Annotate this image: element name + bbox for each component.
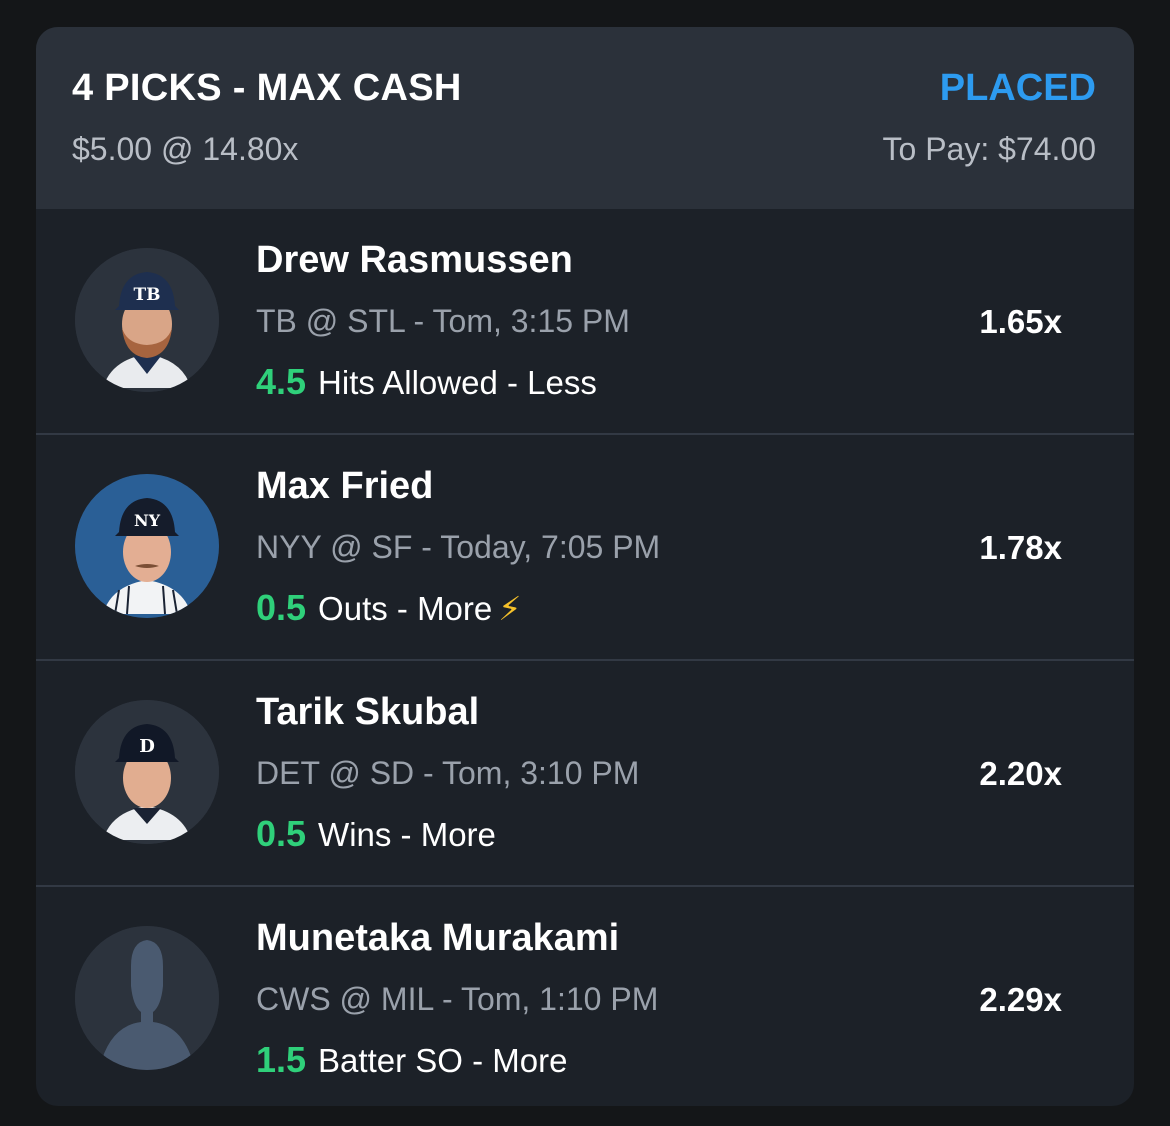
game-matchup: NYY @ SF	[256, 529, 413, 565]
player-name: Max Fried	[256, 465, 434, 507]
game-time: - Today, 7:05 PM	[421, 529, 661, 565]
status-badge: PLACED	[939, 67, 1096, 109]
player-name: Tarik Skubal	[256, 691, 480, 733]
pick-line: 0.5 Outs - More ⚡	[256, 587, 521, 629]
player-avatar: NY	[75, 474, 219, 618]
pick-line: 1.5 Batter SO - More	[256, 1039, 567, 1081]
game-time: - Tom, 3:15 PM	[413, 303, 630, 339]
game-matchup: DET @ SD	[256, 755, 415, 791]
line-value: 1.5	[256, 1039, 307, 1080]
entry-payout: To Pay: $74.00	[882, 131, 1096, 167]
player-avatar: TB	[75, 248, 219, 392]
line-stat: Outs - More	[318, 590, 493, 627]
player-avatar: D	[75, 700, 219, 844]
game-matchup: TB @ STL	[256, 303, 405, 339]
line-value: 0.5	[256, 587, 307, 628]
pick-multiplier: 1.78x	[979, 529, 1062, 566]
player-name: Munetaka Murakami	[256, 917, 620, 959]
player-name: Drew Rasmussen	[256, 239, 573, 281]
placeholder-silhouette-icon	[75, 926, 219, 1070]
svg-text:TB: TB	[133, 285, 160, 305]
pick-multiplier: 1.65x	[979, 303, 1062, 340]
game-time: - Tom, 3:10 PM	[423, 755, 640, 791]
line-value: 4.5	[256, 361, 307, 402]
entry-header: 4 PICKS - MAX CASH PLACED $5.00 @ 14.80x…	[36, 27, 1134, 209]
pick-row[interactable]: Munetaka Murakami CWS @ MIL - Tom, 1:10 …	[36, 887, 1134, 1106]
game-matchup: CWS @ MIL	[256, 981, 434, 1017]
game-info: CWS @ MIL - Tom, 1:10 PM	[256, 981, 658, 1018]
pick-row[interactable]: D Tarik Skubal DET @ SD - Tom, 3:10 PM 0…	[36, 661, 1134, 887]
svg-text:NY: NY	[134, 511, 161, 530]
game-info: TB @ STL - Tom, 3:15 PM	[256, 303, 630, 340]
entry-title: 4 PICKS - MAX CASH	[72, 67, 462, 109]
pick-multiplier: 2.29x	[979, 981, 1062, 1018]
game-info: NYY @ SF - Today, 7:05 PM	[256, 529, 660, 566]
pick-row[interactable]: TB Drew Rasmussen TB @ STL - Tom, 3:15 P…	[36, 209, 1134, 435]
line-value: 0.5	[256, 813, 307, 854]
lightning-icon: ⚡	[498, 590, 522, 627]
entry-card[interactable]: 4 PICKS - MAX CASH PLACED $5.00 @ 14.80x…	[36, 27, 1134, 1106]
game-info: DET @ SD - Tom, 3:10 PM	[256, 755, 639, 792]
line-stat: Hits Allowed - Less	[318, 364, 597, 401]
svg-text:D: D	[139, 736, 155, 757]
pick-multiplier: 2.20x	[979, 755, 1062, 792]
entry-stake: $5.00 @ 14.80x	[72, 131, 299, 167]
pick-row[interactable]: NY Max Fried NYY @ SF - Today, 7:05 PM 0…	[36, 435, 1134, 661]
pick-line: 0.5 Wins - More	[256, 813, 496, 855]
player-avatar	[75, 926, 219, 1070]
line-stat: Batter SO - More	[318, 1042, 568, 1079]
game-time: - Tom, 1:10 PM	[441, 981, 659, 1017]
line-stat: Wins - More	[318, 816, 496, 853]
pick-line: 4.5 Hits Allowed - Less	[256, 361, 597, 403]
